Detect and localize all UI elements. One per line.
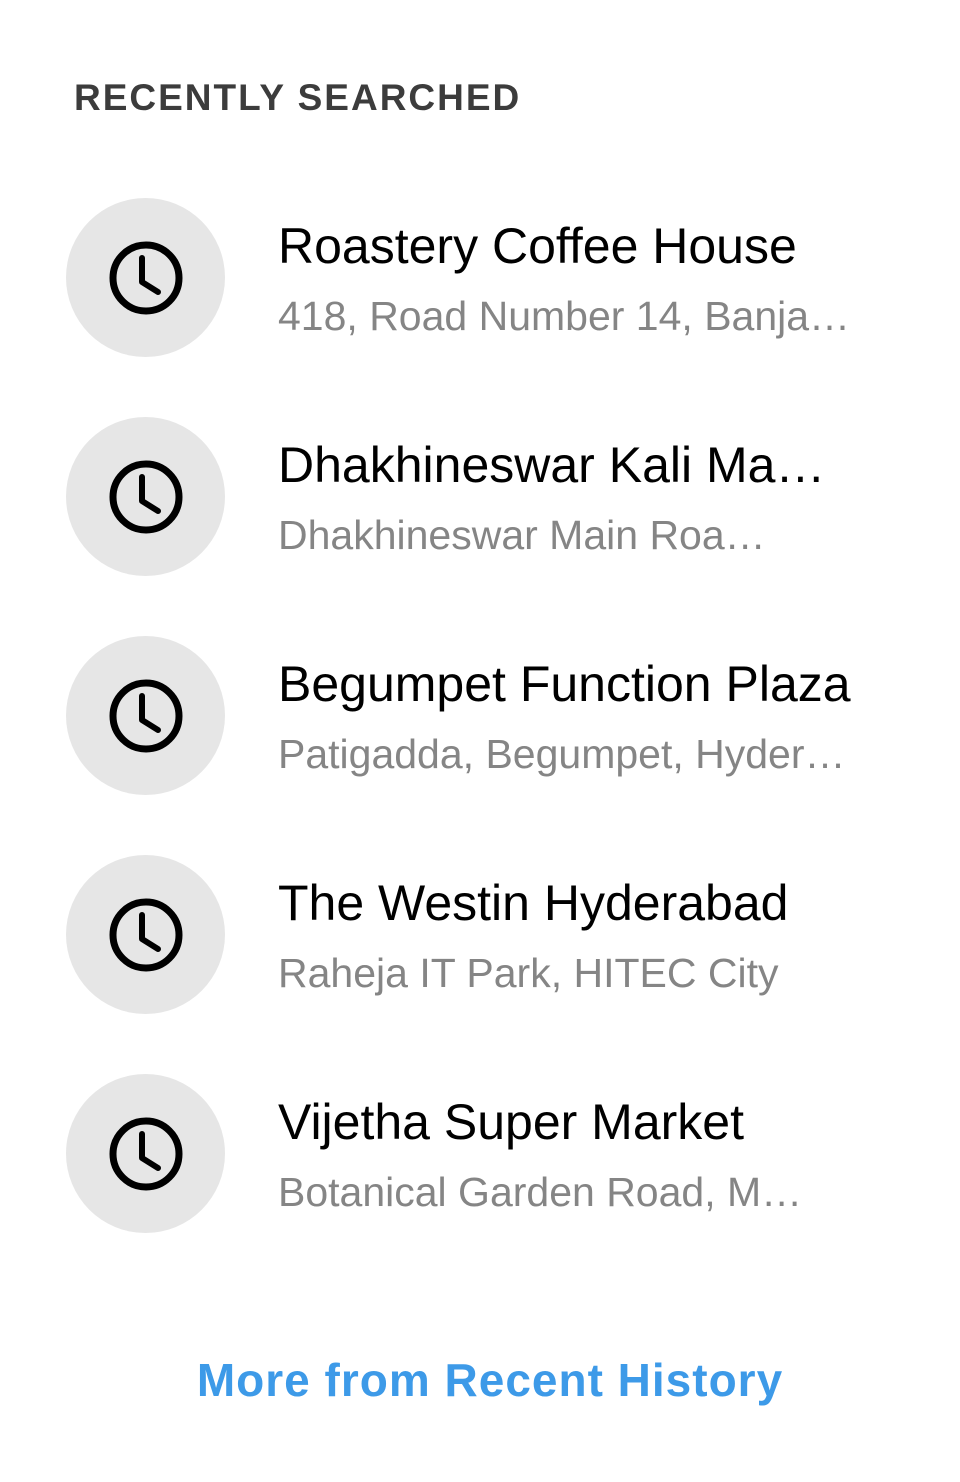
more-recent-history-link[interactable]: More from Recent History xyxy=(0,1352,960,1408)
recent-search-item[interactable]: Begumpet Function Plaza Patigadda, Begum… xyxy=(0,636,960,796)
recent-search-address: 418, Road Number 14, Banja… xyxy=(278,293,851,339)
clock-icon xyxy=(108,459,184,535)
recent-search-address: Botanical Garden Road, M… xyxy=(278,1169,803,1215)
recent-search-item[interactable]: The Westin Hyderabad Raheja IT Park, HIT… xyxy=(0,855,960,1015)
recent-search-item[interactable]: Roastery Coffee House 418, Road Number 1… xyxy=(0,198,960,358)
recent-search-title: Dhakhineswar Kali Ma… xyxy=(278,437,826,493)
recent-search-item[interactable]: Dhakhineswar Kali Ma… Dhakhineswar Main … xyxy=(0,417,960,577)
recent-search-address: Patigadda, Begumpet, Hyder… xyxy=(278,731,846,777)
icon-circle xyxy=(66,417,225,576)
recent-search-item[interactable]: Vijetha Super Market Botanical Garden Ro… xyxy=(0,1074,960,1234)
clock-icon xyxy=(108,1116,184,1192)
icon-circle xyxy=(66,636,225,795)
recent-search-address: Raheja IT Park, HITEC City xyxy=(278,950,779,996)
section-title: RECENTLY SEARCHED xyxy=(74,77,522,118)
recent-search-title: Begumpet Function Plaza xyxy=(278,656,851,712)
recent-search-title: The Westin Hyderabad xyxy=(278,875,789,931)
recent-search-address: Dhakhineswar Main Roa… xyxy=(278,512,766,558)
recent-search-title: Vijetha Super Market xyxy=(278,1094,744,1150)
recent-search-title: Roastery Coffee House xyxy=(278,218,797,274)
clock-icon xyxy=(108,678,184,754)
icon-circle xyxy=(66,198,225,357)
clock-icon xyxy=(108,897,184,973)
icon-circle xyxy=(66,1074,225,1233)
icon-circle xyxy=(66,855,225,1014)
clock-icon xyxy=(108,240,184,316)
